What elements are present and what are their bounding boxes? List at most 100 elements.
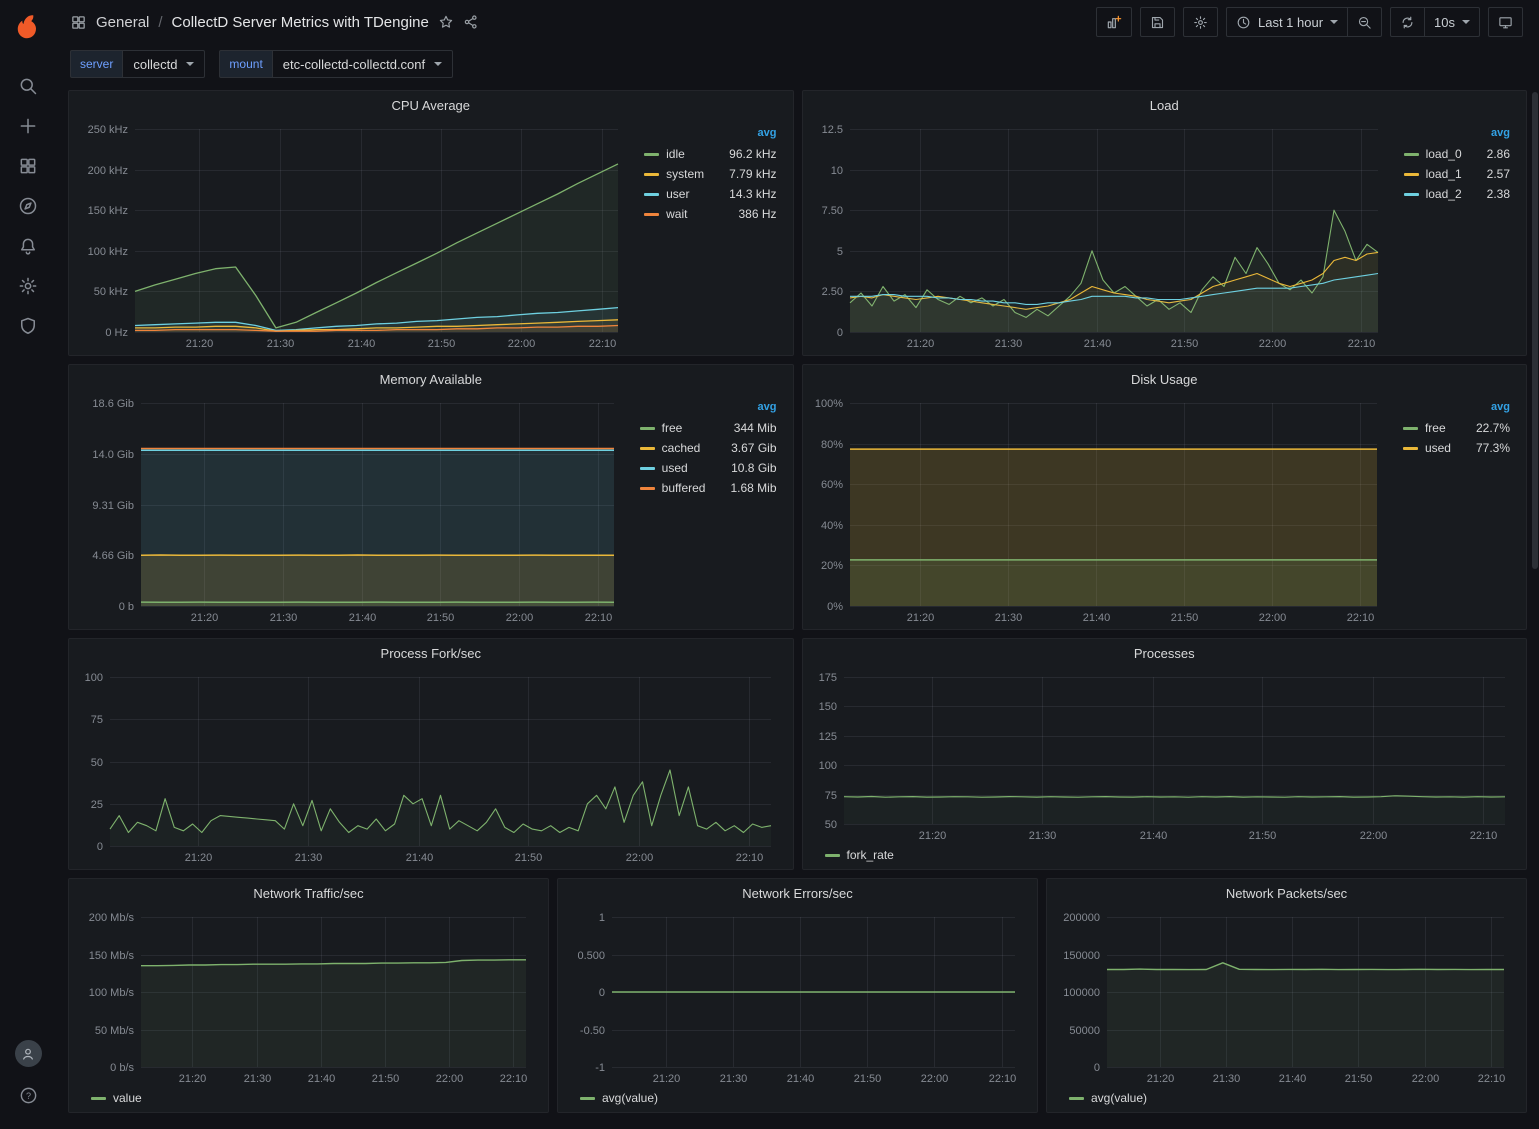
disk-usage-chart[interactable]: 0%20%40%60%80%100%21:2021:3021:4021:5022… — [809, 393, 1391, 627]
alerting-bell-icon[interactable] — [4, 226, 52, 266]
memory-available-chart[interactable]: 0 b4.66 Gib9.31 Gib14.0 Gib18.6 Gib21:20… — [75, 393, 628, 627]
svg-text:21:40: 21:40 — [348, 338, 376, 350]
legend-item-cached[interactable]: cached 3.67 Gib — [638, 438, 779, 458]
svg-text:22:00: 22:00 — [508, 338, 536, 350]
dashboard-settings-button[interactable] — [1183, 7, 1218, 37]
explore-compass-icon[interactable] — [4, 186, 52, 226]
legend-item-load_0[interactable]: load_02.86 — [1402, 144, 1512, 164]
network-packets-legend: avg(value) — [1053, 1088, 1518, 1110]
legend-series-name: free — [1425, 421, 1446, 435]
svg-text:150: 150 — [818, 701, 836, 713]
scrollbar-thumb[interactable] — [1532, 92, 1538, 569]
panel-header[interactable]: Process Fork/sec — [69, 639, 793, 667]
svg-text:21:50: 21:50 — [1248, 830, 1276, 842]
legend-item-used[interactable]: used10.8 Gib — [638, 458, 779, 478]
legend-series-avg-value: 14.3 kHz — [711, 187, 776, 201]
svg-text:22:10: 22:10 — [589, 338, 617, 350]
legend-item-fork_rate[interactable]: fork_rate — [823, 845, 896, 865]
panel-title: Disk Usage — [1131, 372, 1197, 387]
dashboards-icon[interactable] — [4, 146, 52, 186]
variable-server-select[interactable]: collectd — [122, 50, 205, 78]
series-color-dash — [1069, 1097, 1084, 1100]
apps-grid-icon[interactable] — [70, 14, 87, 31]
legend-item-avg-value-[interactable]: avg(value) — [1067, 1088, 1149, 1108]
legend-item-user[interactable]: user14.3 kHz — [642, 184, 778, 204]
time-controls: Last 1 hour — [1226, 7, 1382, 37]
svg-text:22:00: 22:00 — [1359, 830, 1387, 842]
legend-item-system[interactable]: system7.79 kHz — [642, 164, 778, 184]
chevron-down-icon — [186, 62, 194, 66]
network-traffic-chart[interactable]: 0 b/s50 Mb/s100 Mb/s150 Mb/s200 Mb/s21:2… — [75, 907, 540, 1088]
legend-item-value[interactable]: value — [89, 1088, 144, 1108]
legend-item-buffered[interactable]: buffered1.68 Mib — [638, 478, 779, 498]
panel-header[interactable]: Network Errors/sec — [558, 879, 1037, 907]
page-scrollbar[interactable] — [1531, 92, 1539, 1129]
svg-text:1: 1 — [599, 912, 605, 924]
refresh-interval-picker[interactable]: 10s — [1424, 7, 1480, 37]
legend-series-avg-value: 2.38 — [1469, 187, 1510, 201]
legend-item-wait[interactable]: wait386 Hz — [642, 204, 778, 224]
svg-text:21:30: 21:30 — [994, 338, 1022, 350]
svg-text:0 b: 0 b — [119, 601, 134, 613]
panel-header[interactable]: Memory Available — [69, 365, 793, 393]
server-admin-shield-icon[interactable] — [4, 306, 52, 346]
add-panel-icon — [1106, 14, 1122, 30]
svg-text:21:40: 21:40 — [308, 1073, 336, 1085]
legend-item-avg-value-[interactable]: avg(value) — [578, 1088, 660, 1108]
legend-series-avg-value: 3.67 Gib — [713, 441, 776, 455]
network-errors-chart[interactable]: -1-0.5000.500121:2021:3021:4021:5022:002… — [564, 907, 1029, 1088]
refresh-button[interactable] — [1390, 7, 1425, 37]
panel-header[interactable]: Processes — [803, 639, 1527, 667]
legend-series-avg-value: 22.7% — [1458, 421, 1510, 435]
breadcrumb-folder[interactable]: General — [96, 14, 149, 31]
cpu-average-chart[interactable]: 0 Hz50 kHz100 kHz150 kHz200 kHz250 kHz21… — [75, 119, 632, 353]
save-dashboard-button[interactable] — [1140, 7, 1175, 37]
panel-header[interactable]: CPU Average — [69, 91, 793, 119]
processes-chart[interactable]: 507510012515017521:2021:3021:4021:5022:0… — [809, 667, 1519, 845]
user-avatar[interactable] — [15, 1040, 42, 1067]
legend-item-load_1[interactable]: load_12.57 — [1402, 164, 1512, 184]
share-icon[interactable] — [463, 14, 479, 30]
variable-mount-label: mount — [219, 50, 271, 78]
series-color-dash — [1404, 173, 1419, 176]
panel-header[interactable]: Network Packets/sec — [1047, 879, 1526, 907]
svg-text:100%: 100% — [814, 398, 842, 410]
star-icon[interactable] — [438, 14, 454, 30]
chevron-down-icon — [434, 62, 442, 66]
legend-item-load_2[interactable]: load_22.38 — [1402, 184, 1512, 204]
create-plus-icon[interactable] — [4, 106, 52, 146]
add-panel-button[interactable] — [1096, 7, 1132, 37]
configuration-gear-icon[interactable] — [4, 266, 52, 306]
legend-item-free[interactable]: free344 Mib — [638, 418, 779, 438]
panel-header[interactable]: Load — [803, 91, 1527, 119]
legend-item-free[interactable]: free 22.7% — [1401, 418, 1512, 438]
legend-series-avg-value: 10.8 Gib — [713, 461, 776, 475]
grafana-logo[interactable] — [11, 10, 45, 44]
time-range-picker[interactable]: Last 1 hour — [1226, 7, 1348, 37]
search-icon[interactable] — [4, 66, 52, 106]
zoom-out-icon — [1357, 15, 1372, 30]
legend-series-name: cached — [662, 441, 701, 455]
series-color-dash — [1403, 427, 1418, 430]
panel-header[interactable]: Disk Usage — [803, 365, 1527, 393]
series-color-dash — [1404, 153, 1419, 156]
svg-text:22:10: 22:10 — [989, 1073, 1017, 1085]
page-title[interactable]: CollectD Server Metrics with TDengine — [172, 14, 429, 31]
variable-mount: mount etc-collectd-collectd.conf — [219, 50, 453, 78]
panel-load: Load 02.5057.501012.521:2021:3021:4021:5… — [802, 90, 1528, 356]
process-fork-chart[interactable]: 025507510021:2021:3021:4021:5022:0022:10 — [75, 667, 785, 867]
legend-item-used[interactable]: used77.3% — [1401, 438, 1512, 458]
panel-header[interactable]: Network Traffic/sec — [69, 879, 548, 907]
network-packets-chart[interactable]: 05000010000015000020000021:2021:3021:402… — [1053, 907, 1518, 1088]
zoom-out-button[interactable] — [1347, 7, 1382, 37]
tv-kiosk-button[interactable] — [1488, 7, 1523, 37]
panel-process-fork: Process Fork/sec 025507510021:2021:3021:… — [68, 638, 794, 870]
panel-network-traffic: Network Traffic/sec 0 b/s50 Mb/s100 Mb/s… — [68, 878, 549, 1113]
help-icon[interactable]: ? — [4, 1075, 52, 1115]
person-icon — [20, 1046, 36, 1062]
svg-text:100: 100 — [85, 672, 103, 684]
variable-mount-select[interactable]: etc-collectd-collectd.conf — [272, 50, 453, 78]
load-chart[interactable]: 02.5057.501012.521:2021:3021:4021:5022:0… — [809, 119, 1392, 353]
legend-series-name: avg(value) — [1091, 1091, 1147, 1105]
legend-item-idle[interactable]: idle96.2 kHz — [642, 144, 778, 164]
